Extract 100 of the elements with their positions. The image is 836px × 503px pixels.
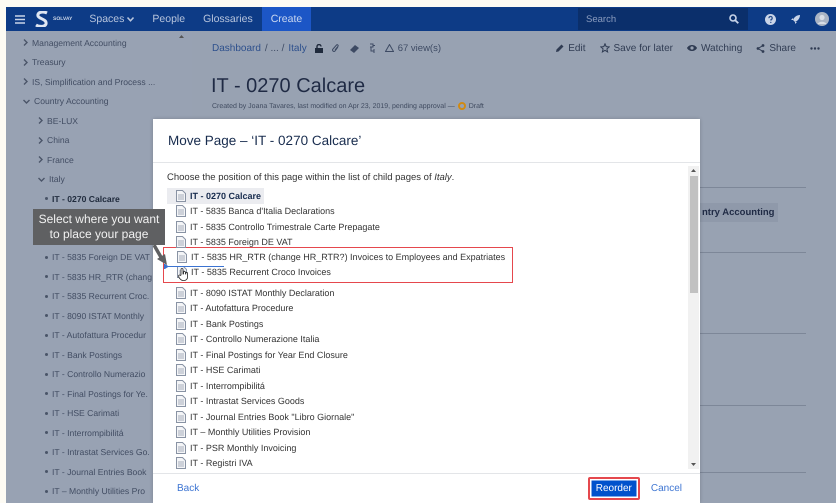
page-list-item[interactable]: IT - 5835 HR_RTR (change HR_RTR?) Invoices to Employees and Expatriates [164, 249, 508, 264]
page-list-item[interactable]: IT - 5835 Banca d'Italia Declarations [167, 204, 338, 219]
avatar-icon[interactable] [815, 12, 829, 26]
sidebar-item[interactable]: France [6, 150, 74, 170]
save-for-later-button[interactable]: Save for later [600, 42, 673, 54]
help-icon[interactable] [765, 14, 776, 24]
reorder-button[interactable]: Reorder [588, 477, 640, 500]
page-list-item[interactable]: IT - Final Postings for Year End Closure [167, 347, 351, 362]
breadcrumb-separator: / ... / [264, 42, 284, 54]
scroll-up-icon [691, 169, 696, 172]
page-list-item[interactable]: IT - 8090 ISTAT Monthly Declaration [167, 285, 338, 300]
sidebar-item[interactable]: IT – Monthly Utilities Pro [6, 482, 145, 501]
caret-icon [127, 16, 134, 22]
scroll-down-icon [691, 463, 696, 466]
document-icon [176, 380, 186, 392]
document-icon [176, 426, 186, 438]
bullet-icon [45, 256, 48, 259]
nav-link[interactable]: Spaces [80, 7, 144, 31]
document-icon [176, 333, 186, 346]
page-list-item[interactable]: IT - Registri IVA [167, 456, 256, 471]
page-list-item[interactable]: IT - Controllo Numerazione Italia [167, 332, 322, 347]
document-icon [176, 286, 186, 299]
sidebar-item[interactable]: IT - 5835 HR_RTR (chang [6, 267, 152, 286]
sidebar-item[interactable]: IT - Bank Postings [6, 345, 122, 364]
document-icon [176, 410, 186, 423]
star-icon [600, 43, 610, 53]
tooltip: Select where you want to place your page [33, 208, 165, 244]
tag-label: ntry Accounting [700, 203, 778, 222]
sidebar-item[interactable]: BE-LUX [6, 111, 78, 130]
sidebar-item[interactable]: Italy [6, 170, 65, 189]
bullet-icon [45, 450, 48, 454]
sidebar-item[interactable]: Country Accounting [6, 92, 109, 111]
page-title: IT - 0270 Calcare [211, 74, 366, 98]
edit-button[interactable]: Edit [555, 42, 586, 54]
bullet-icon [45, 470, 48, 474]
page-list-item[interactable]: IT - Interrompibilitá [167, 378, 268, 394]
sidebar-item[interactable]: IT - 8090 ISTAT Monthly [6, 306, 144, 326]
sidebar-item[interactable]: IS, Simplification and Process ... [6, 72, 156, 92]
breadcrumb-link[interactable]: Italy [288, 42, 307, 54]
share-button[interactable]: Share [756, 42, 796, 54]
scrollbar[interactable] [688, 166, 699, 469]
tooltip-arrow [152, 245, 168, 265]
sidebar-item[interactable]: IT - HSE Carimati [6, 404, 120, 423]
paperclip-icon [332, 44, 340, 52]
page-list-item[interactable]: IT - 5835 Recurrent Croco Invoices [164, 264, 508, 280]
sidebar-item[interactable]: Management Accounting [6, 33, 127, 52]
sidebar-item[interactable]: IT - Journal Entries Book [6, 462, 146, 482]
draft-status-icon [458, 102, 466, 110]
document-icon [176, 302, 186, 314]
bullet-icon [45, 431, 48, 434]
search-icon [729, 14, 739, 24]
sidebar-item[interactable]: IT - 5835 Recurrent Croc. [6, 286, 150, 306]
document-icon [176, 348, 186, 361]
bullet-icon [45, 314, 48, 318]
back-link[interactable]: Back [177, 483, 582, 494]
page-list-item[interactable]: IT – Monthly Utilities Provision [167, 424, 314, 440]
sidebar-item[interactable]: IT - Autofattura Procedur [6, 326, 146, 345]
sidebar-item[interactable]: IT - 0270 Calcare [6, 189, 120, 208]
warning-icon [384, 44, 394, 52]
bullet-icon [45, 372, 48, 376]
page-list-item[interactable]: IT - PSR Monthly Invoicing [167, 440, 300, 456]
edit-icon [555, 44, 564, 52]
page-list-item[interactable]: IT - 0270 Calcare [167, 188, 264, 204]
bullet-icon [45, 490, 48, 493]
eye-icon [686, 44, 697, 52]
bullet-icon [45, 412, 48, 415]
page-list-item[interactable]: IT - Autofattura Procedure [167, 300, 296, 316]
sidebar-item[interactable]: China [6, 130, 70, 150]
page-list-item[interactable]: IT - Bank Postings [167, 316, 266, 332]
document-icon [176, 457, 186, 470]
more-icon[interactable] [810, 46, 820, 50]
sidebar-item[interactable]: IT - Interrompibilitá [6, 423, 124, 442]
sidebar-item[interactable]: IT - 5835 Foreign DE VAT [6, 248, 150, 267]
sidebar-item[interactable]: IT - Final Postings for Ye. [6, 384, 148, 404]
page-list-item[interactable]: IT - 5835 Foreign DE VAT [167, 234, 296, 250]
nav-link[interactable]: People [143, 7, 194, 31]
search-field[interactable]: Search [578, 8, 748, 30]
sidebar-item[interactable]: IT - Controllo Numerazio [6, 364, 146, 384]
page-list-item[interactable]: IT - HSE Carimati [167, 362, 264, 378]
bullet-icon [45, 275, 48, 278]
bullet-icon [45, 197, 48, 200]
share-icon [756, 44, 766, 52]
document-icon [176, 318, 186, 330]
page-list-item[interactable]: IT - 5835 Controllo Trimestrale Carte Prepagate [167, 219, 383, 234]
document-icon [176, 442, 186, 454]
watching-button[interactable]: Watching [686, 42, 742, 54]
cancel-button[interactable]: Cancel [646, 478, 687, 499]
page-list-item[interactable]: IT - Intrastat Services Goods [167, 394, 308, 409]
bullet-icon [45, 353, 48, 356]
document-icon [176, 220, 186, 233]
sidebar-item[interactable]: IT - Intrastat Services Go. [6, 442, 150, 462]
page-list-item[interactable]: IT - Journal Entries Book "Libro Giornale" [167, 409, 358, 424]
scroll-up-icon [179, 35, 184, 38]
menu-icon[interactable] [15, 14, 25, 24]
breadcrumb-link[interactable]: Dashboard [212, 42, 261, 54]
dialog-title: Move Page – ‘IT - 0270 Calcare’ [153, 119, 700, 163]
sidebar-item[interactable]: Treasury [6, 52, 66, 72]
create-button[interactable]: Create [262, 7, 312, 31]
nav-link[interactable]: Glossaries [194, 7, 262, 31]
view-count[interactable]: 67 view(s) [398, 42, 442, 54]
